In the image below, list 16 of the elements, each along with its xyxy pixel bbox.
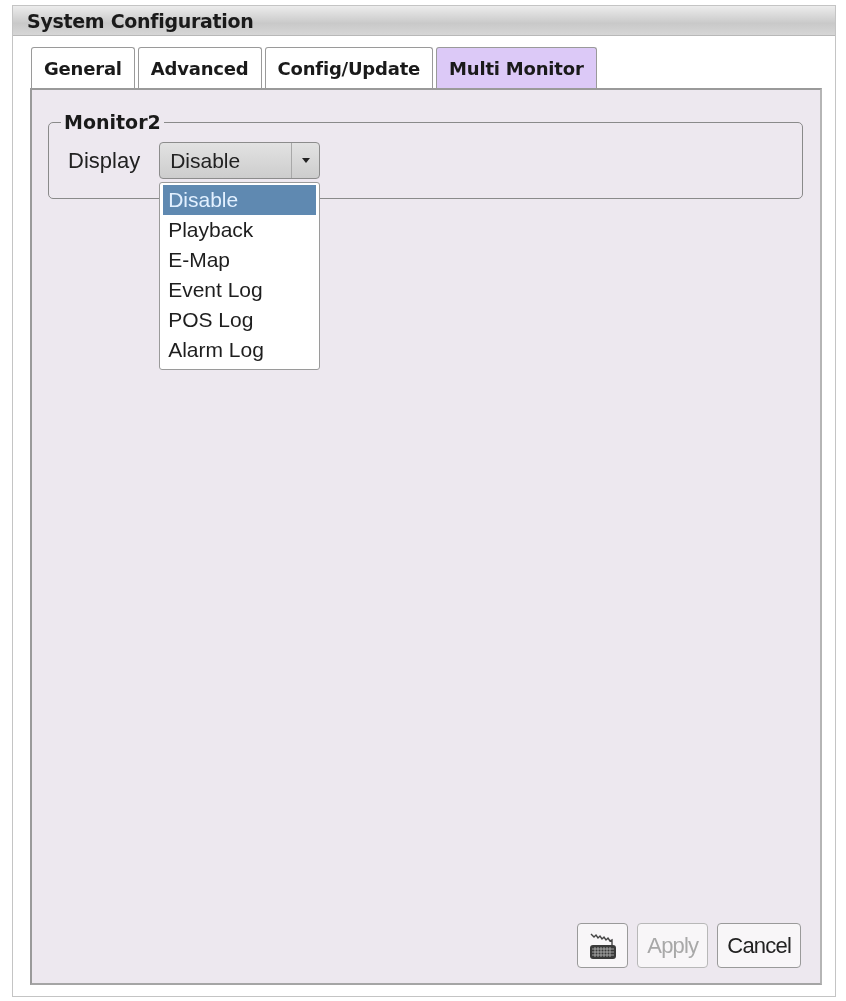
tab[interactable]: Advanced bbox=[137, 47, 262, 88]
keyboard-button[interactable] bbox=[577, 923, 629, 968]
caret-icon bbox=[301, 158, 310, 163]
dropdown-option[interactable]: Event Log bbox=[163, 275, 317, 305]
tab[interactable]: Config/Update bbox=[264, 47, 434, 88]
window-title: System Configuration bbox=[27, 9, 254, 32]
keyboard-icon bbox=[587, 931, 618, 960]
cancel-button[interactable]: Cancel bbox=[717, 923, 801, 968]
dropdown-option[interactable]: Playback bbox=[163, 215, 317, 245]
tab[interactable]: General bbox=[31, 47, 135, 88]
tab[interactable]: Multi Monitor bbox=[436, 47, 597, 88]
display-dropdown[interactable]: Disable bbox=[159, 142, 321, 179]
dropdown-option[interactable]: POS Log bbox=[163, 305, 317, 335]
dropdown-option[interactable]: Alarm Log bbox=[163, 335, 317, 365]
dropdown-option[interactable]: E-Map bbox=[163, 245, 317, 275]
field-label: Display bbox=[68, 147, 141, 174]
